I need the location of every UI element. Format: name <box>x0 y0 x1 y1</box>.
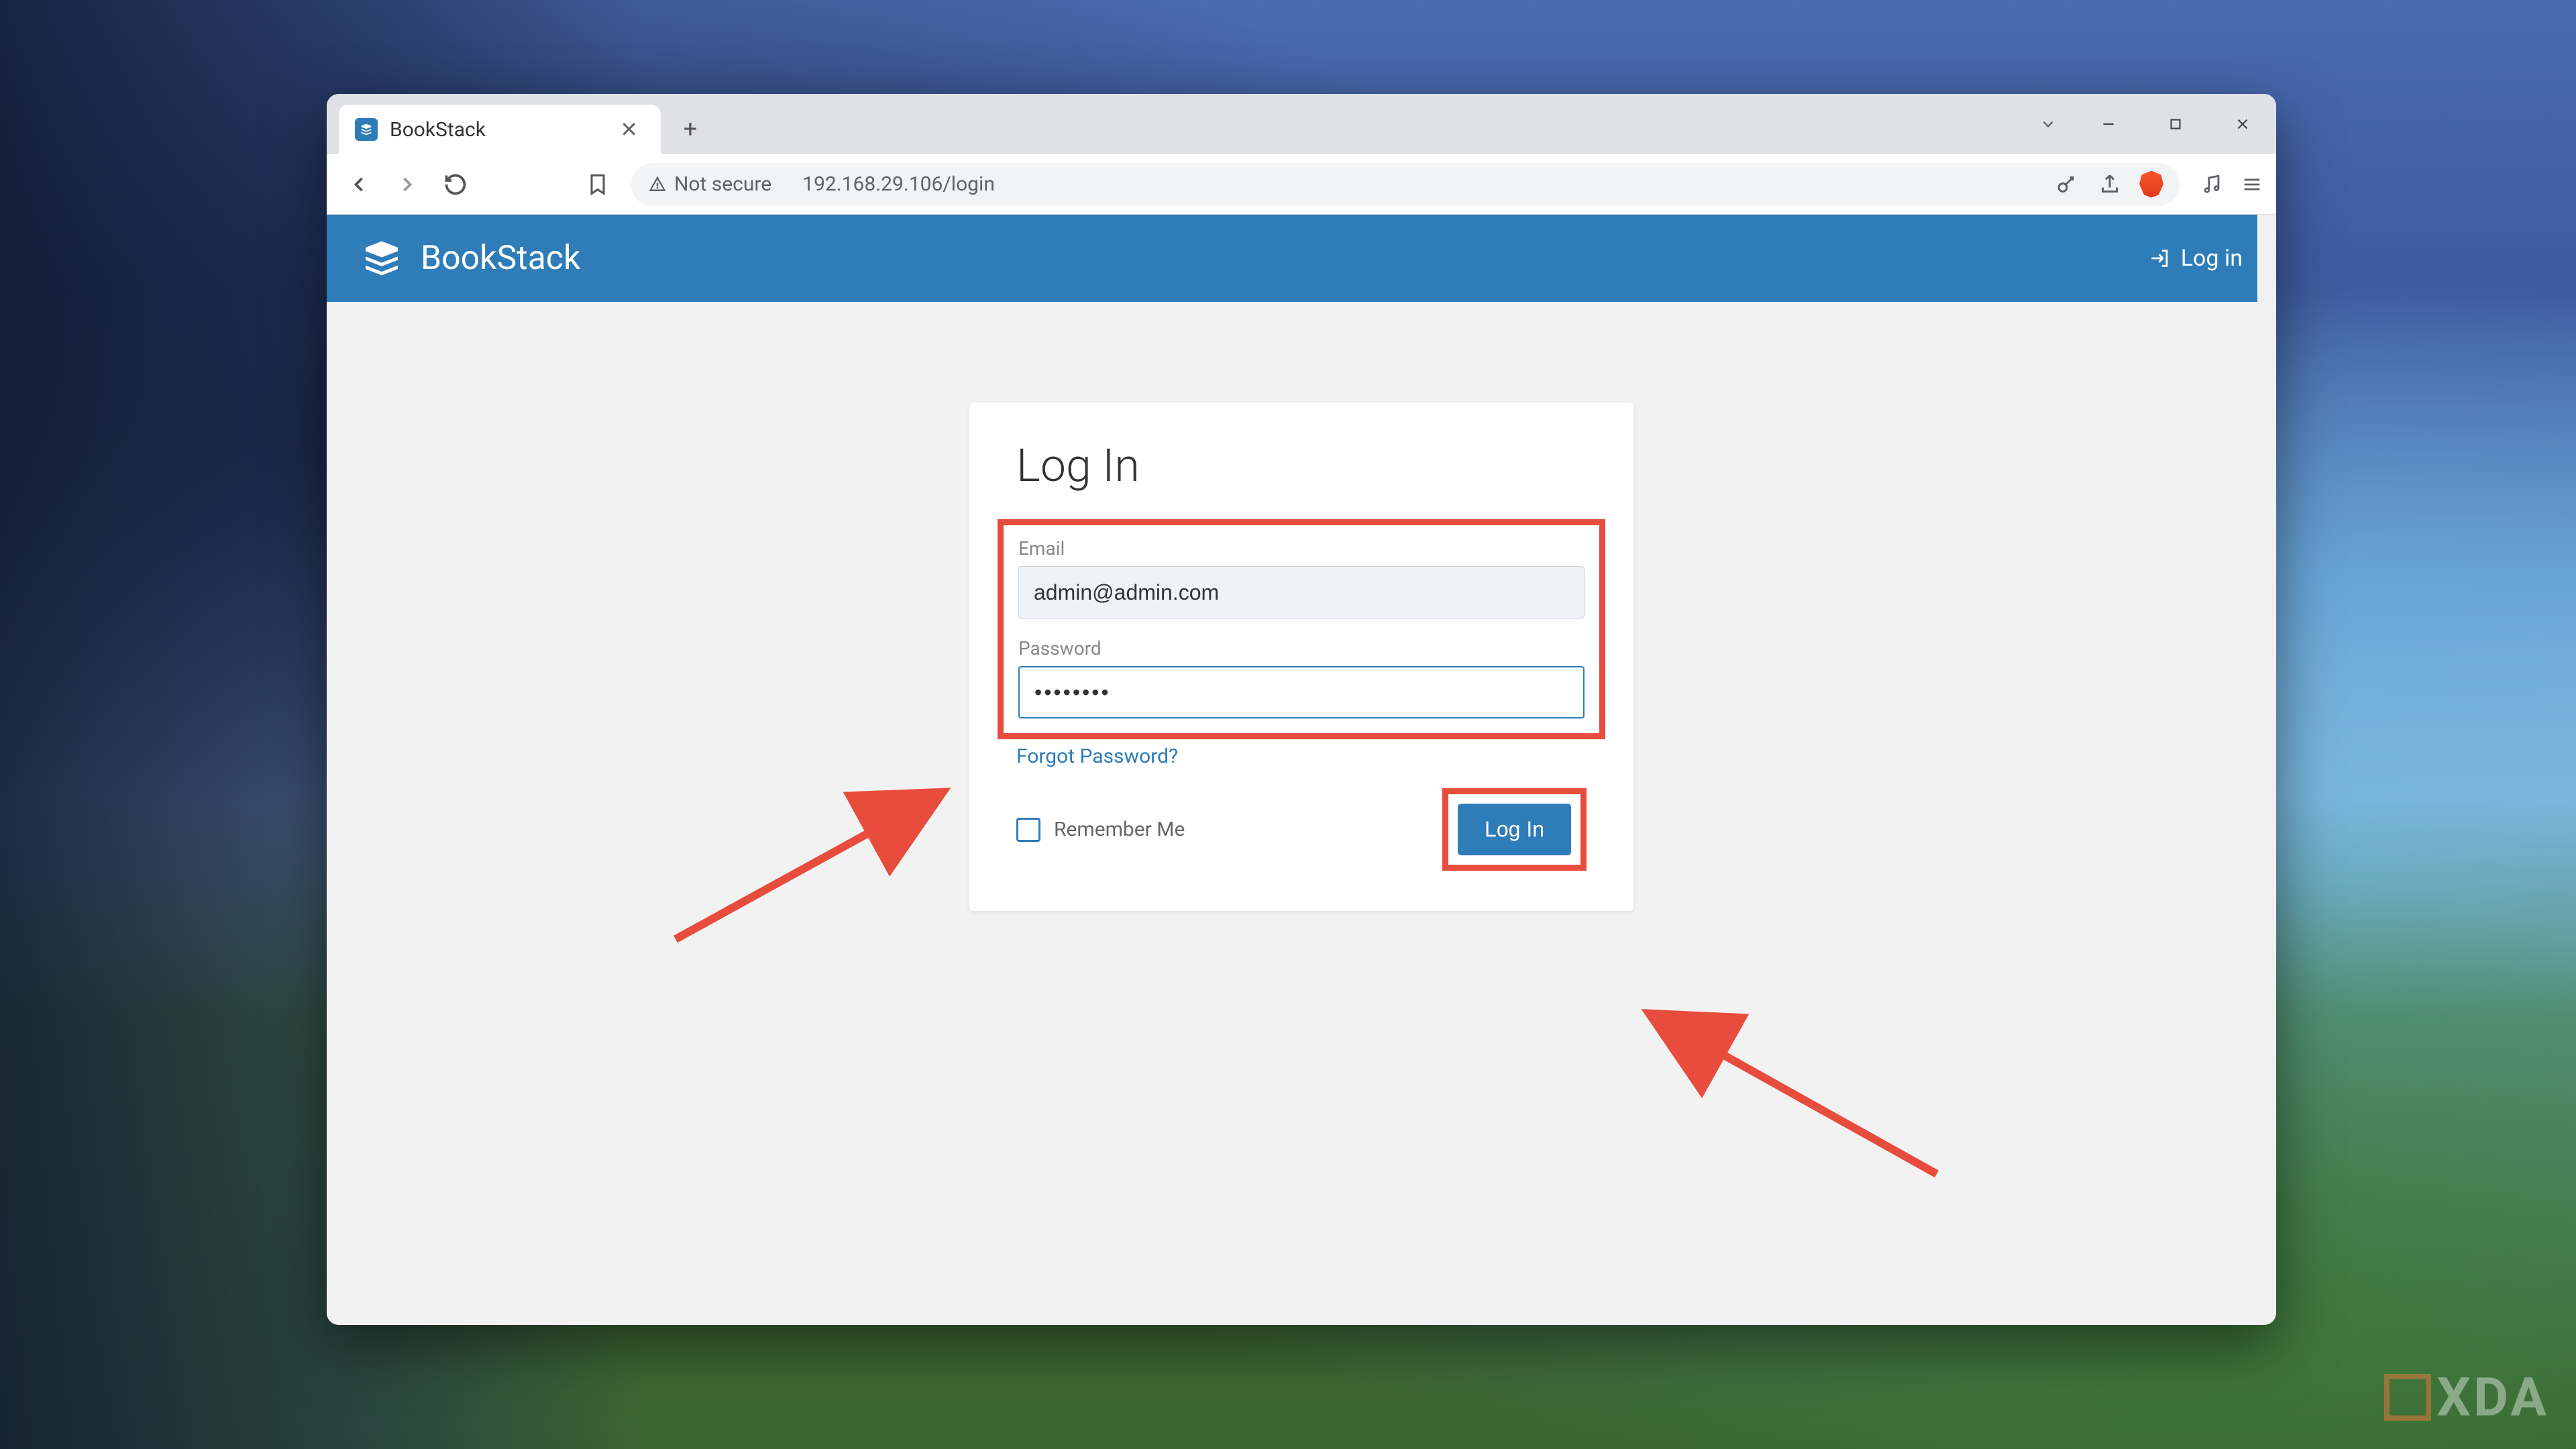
forgot-password-link[interactable]: Forgot Password? <box>1016 745 1587 768</box>
tab-close-button[interactable]: ✕ <box>614 114 643 145</box>
close-window-button[interactable] <box>2209 94 2276 154</box>
remember-me-label: Remember Me <box>1054 818 1185 841</box>
back-button[interactable] <box>337 163 380 206</box>
new-tab-button[interactable]: + <box>670 109 710 149</box>
book-stack-icon <box>360 237 403 280</box>
tabs-dropdown-button[interactable] <box>2021 94 2075 154</box>
remember-me-checkbox[interactable]: Remember Me <box>1016 818 1185 842</box>
minimize-button[interactable] <box>2075 94 2142 154</box>
login-icon <box>2149 247 2171 270</box>
music-icon[interactable] <box>2198 171 2225 198</box>
forward-button[interactable] <box>386 163 429 206</box>
app-logo[interactable]: BookStack <box>360 237 580 280</box>
login-title: Log In <box>1016 439 1587 492</box>
watermark-icon <box>2384 1374 2431 1421</box>
reload-button[interactable] <box>434 163 477 206</box>
annotation-highlight-fields: Email Password <box>998 519 1605 739</box>
tab-favicon <box>355 118 378 141</box>
checkbox-icon <box>1016 818 1040 842</box>
security-label: Not secure <box>674 172 771 196</box>
password-label: Password <box>1018 637 1585 659</box>
email-field[interactable] <box>1018 566 1585 619</box>
annotation-arrow-right <box>1615 986 1950 1190</box>
page-content: BookStack Log in Log In Email Password <box>327 215 2276 1325</box>
brave-shields-icon[interactable] <box>2139 171 2163 198</box>
tab-title: BookStack <box>390 118 602 142</box>
key-icon[interactable] <box>2053 171 2080 198</box>
maximize-button[interactable] <box>2142 94 2209 154</box>
xda-watermark: XDA <box>2384 1366 2549 1429</box>
address-bar: Not secure 192.168.29.106/login <box>327 154 2276 215</box>
menu-button[interactable] <box>2239 171 2265 198</box>
password-field[interactable] <box>1018 666 1585 718</box>
email-label: Email <box>1018 537 1585 559</box>
browser-tab[interactable]: BookStack ✕ <box>339 105 661 154</box>
bookmark-button[interactable] <box>576 163 619 206</box>
app-brand-text: BookStack <box>421 239 580 278</box>
url-box[interactable]: Not secure 192.168.29.106/login <box>631 163 2180 206</box>
scrollbar[interactable] <box>2257 215 2276 1325</box>
annotation-highlight-button: Log In <box>1442 788 1587 871</box>
url-text: 192.168.29.106/login <box>802 172 995 196</box>
security-indicator[interactable]: Not secure <box>647 172 771 196</box>
window-controls <box>2021 94 2276 154</box>
browser-window: BookStack ✕ + <box>327 94 2276 1325</box>
share-icon[interactable] <box>2096 171 2123 198</box>
watermark-text: XDA <box>2436 1366 2549 1429</box>
login-submit-button[interactable]: Log In <box>1458 804 1571 855</box>
login-card: Log In Email Password Forgot Password? <box>969 402 1633 911</box>
header-login-label: Log in <box>2181 245 2243 272</box>
header-login-link[interactable]: Log in <box>2149 245 2243 272</box>
app-header: BookStack Log in <box>327 215 2276 302</box>
tab-bar: BookStack ✕ + <box>327 94 2276 154</box>
